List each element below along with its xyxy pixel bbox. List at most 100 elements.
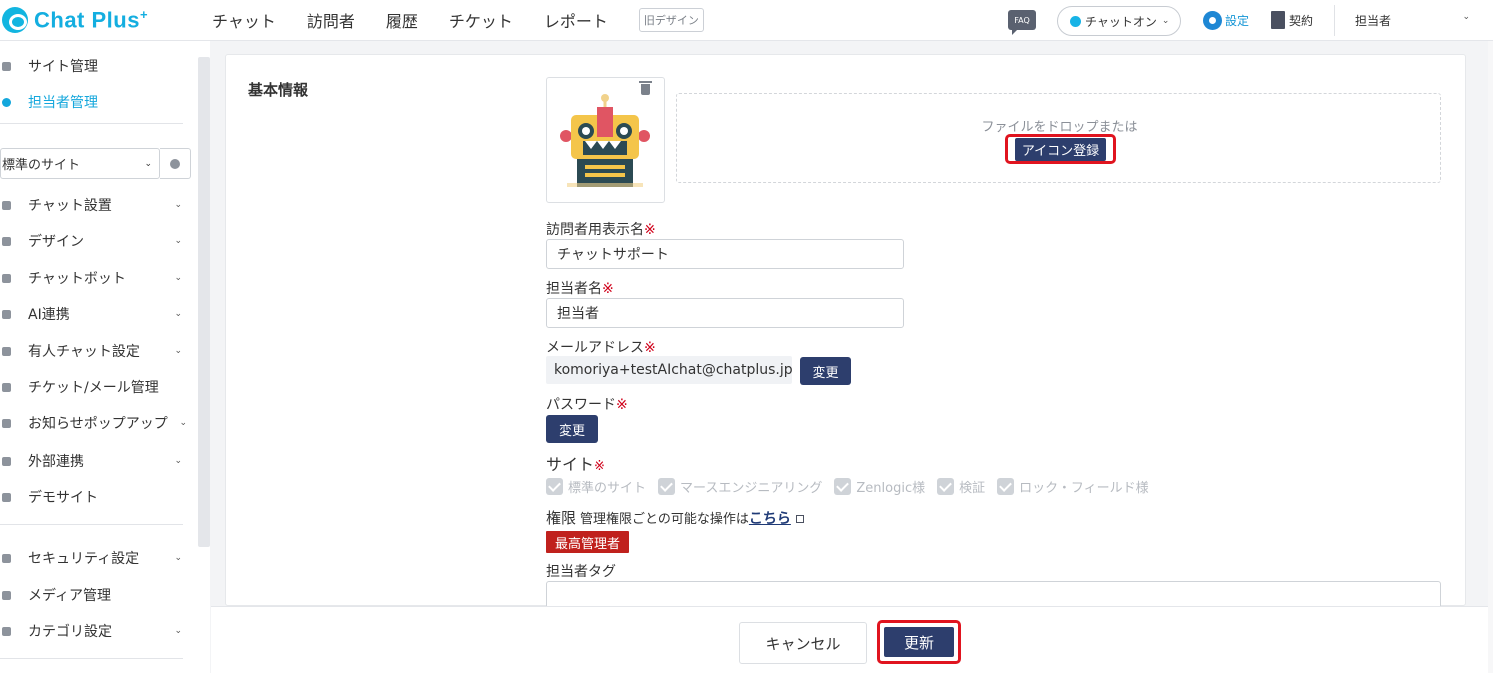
contract-link[interactable]: 契約 — [1271, 11, 1313, 29]
sidebar-item-site-management[interactable]: サイト管理 — [0, 54, 190, 78]
icon-dropzone[interactable]: ファイルをドロップまたは アイコン登録 — [676, 93, 1441, 183]
sidebar-item-category[interactable]: カテゴリ設定 ⌄ — [0, 619, 190, 643]
site-checkbox[interactable]: ロック・フィールド様 — [997, 477, 1149, 496]
image-icon — [2, 590, 11, 600]
icon-register-button[interactable]: アイコン登録 — [1014, 137, 1107, 161]
visitor-name-input[interactable]: チャットサポート — [546, 239, 904, 269]
sidebar-item-chatbot[interactable]: チャットボット ⌄ — [0, 266, 190, 290]
page-scrollbar[interactable] — [1488, 41, 1493, 673]
sidebar-item-chat-install[interactable]: チャット設置 ⌄ — [0, 193, 190, 217]
chevron-down-icon: ⌄ — [174, 273, 182, 283]
chat-bubble-logo-icon — [2, 7, 28, 33]
divider — [1334, 5, 1335, 36]
gear-icon — [170, 158, 180, 169]
sidebar-scrollbar[interactable] — [198, 57, 210, 547]
change-email-button[interactable]: 変更 — [800, 357, 851, 385]
site-checkbox[interactable]: マースエンジニアリング — [658, 477, 822, 496]
drop-text: ファイルをドロップまたは — [981, 120, 1138, 135]
chat-status-dropdown[interactable]: チャットオン ⌄ — [1057, 6, 1181, 36]
sidebar-item-integration[interactable]: 外部連携 ⌄ — [0, 449, 190, 473]
checkbox-checked-icon — [834, 477, 852, 495]
chevron-down-icon: ⌄ — [144, 158, 152, 169]
nav-tickets[interactable]: チケット — [449, 8, 513, 32]
sidebar-item-ticket-mail[interactable]: チケット/メール管理 — [0, 375, 190, 399]
bulb-icon — [2, 309, 11, 319]
chevron-down-icon: ⌄ — [174, 236, 182, 246]
nav-visitors[interactable]: 訪問者 — [307, 8, 355, 32]
sidebar-item-security[interactable]: セキュリティ設定 ⌄ — [0, 546, 190, 570]
operator-name-input[interactable]: 担当者 — [546, 298, 904, 328]
cancel-button[interactable]: キャンセル — [739, 622, 867, 664]
sidebar-item-demo[interactable]: デモサイト — [0, 485, 190, 509]
update-button[interactable]: 更新 — [884, 627, 954, 657]
checkbox-checked-icon — [937, 477, 955, 495]
sidebar-divider — [0, 123, 183, 124]
chevron-down-icon: ⌄ — [174, 346, 182, 356]
section-title: 基本情報 — [248, 81, 309, 99]
site-checkbox[interactable]: 検証 — [937, 477, 985, 496]
chevron-down-icon: ⌄ — [174, 553, 182, 563]
chevron-down-icon: ⌄ — [179, 418, 187, 428]
gears-icon — [2, 61, 11, 71]
sidebar-item-popup[interactable]: お知らせポップアップ ⌄ — [0, 411, 190, 435]
top-bar: Chat Plus+ チャット 訪問者 履歴 チケット レポート 旧デザイン F… — [0, 0, 1493, 41]
users-icon — [2, 97, 11, 107]
old-design-link[interactable]: 旧デザイン — [638, 8, 704, 32]
site-select[interactable]: 標準のサイト ⌄ — [0, 148, 160, 179]
nav-chat[interactable]: チャット — [212, 8, 276, 32]
password-label: パスワード※ — [546, 397, 628, 413]
site-label: サイト※ — [546, 455, 605, 474]
icon-register-highlight: アイコン登録 — [1005, 134, 1116, 164]
popup-icon — [2, 418, 11, 428]
folder-icon — [2, 626, 11, 636]
sidebar-item-design[interactable]: デザイン ⌄ — [0, 229, 190, 253]
site-checkbox[interactable]: 標準のサイト — [546, 477, 646, 496]
list-icon — [2, 382, 11, 392]
checkbox-checked-icon — [658, 477, 676, 495]
robot-avatar — [560, 94, 650, 187]
settings-label: 設定 — [1225, 14, 1250, 28]
nav-history[interactable]: 履歴 — [386, 8, 418, 32]
palette-icon — [2, 236, 11, 246]
sidebar-item-ai[interactable]: AI連携 ⌄ — [0, 302, 190, 326]
main-nav: チャット 訪問者 履歴 チケット レポート 旧デザイン — [212, 0, 704, 40]
share-icon — [2, 456, 11, 466]
site-settings-button[interactable] — [160, 148, 191, 179]
email-value: komoriya+testAIchat@chatplus.jp — [546, 356, 793, 384]
tools-icon — [2, 200, 11, 210]
operator-name-label: 担当者名※ — [546, 281, 614, 297]
sidebar-item-media[interactable]: メディア管理 — [0, 583, 190, 607]
site-checkbox[interactable]: Zenlogic様 — [834, 477, 925, 496]
checkbox-checked-icon — [546, 477, 563, 495]
logo[interactable]: Chat Plus+ — [2, 4, 148, 36]
shield-icon — [2, 553, 11, 563]
demo-icon — [2, 492, 11, 502]
sidebar-item-operator-management[interactable]: 担当者管理 — [0, 90, 190, 114]
settings-link[interactable]: 設定 — [1203, 11, 1249, 30]
contract-label: 契約 — [1289, 13, 1314, 28]
permission-link[interactable]: こちら — [749, 508, 791, 528]
user-menu[interactable]: 担当者 ⌄ — [1355, 12, 1470, 29]
icon-preview — [546, 77, 665, 203]
visitor-name-label: 訪問者用表示名※ — [546, 222, 656, 238]
permission-title: 権限 — [546, 509, 577, 527]
chevron-down-icon: ⌄ — [174, 309, 182, 319]
user-name: 担当者 — [1355, 14, 1392, 28]
chevron-down-icon: ⌄ — [174, 626, 182, 636]
faq-icon[interactable]: FAQ — [1008, 10, 1036, 35]
change-password-button[interactable]: 変更 — [546, 415, 598, 443]
nav-reports[interactable]: レポート — [544, 8, 608, 32]
chevron-down-icon: ⌄ — [1462, 12, 1470, 22]
chat-status-label: チャットオン — [1085, 14, 1157, 29]
sidebar-divider — [0, 658, 183, 659]
status-dot-icon — [1070, 15, 1081, 27]
document-icon — [1271, 11, 1285, 29]
sidebar: サイト管理 担当者管理 標準のサイト ⌄ チャット設置 ⌄ デザイン ⌄ チャッ… — [0, 41, 210, 673]
checkbox-checked-icon — [997, 477, 1015, 495]
chevron-down-icon: ⌄ — [1161, 16, 1170, 26]
external-link-icon — [795, 515, 804, 523]
sidebar-item-live-chat[interactable]: 有人チャット設定 ⌄ — [0, 339, 190, 363]
chevron-down-icon: ⌄ — [174, 200, 182, 210]
chat-icon — [2, 273, 11, 283]
gear-icon — [1203, 11, 1222, 30]
